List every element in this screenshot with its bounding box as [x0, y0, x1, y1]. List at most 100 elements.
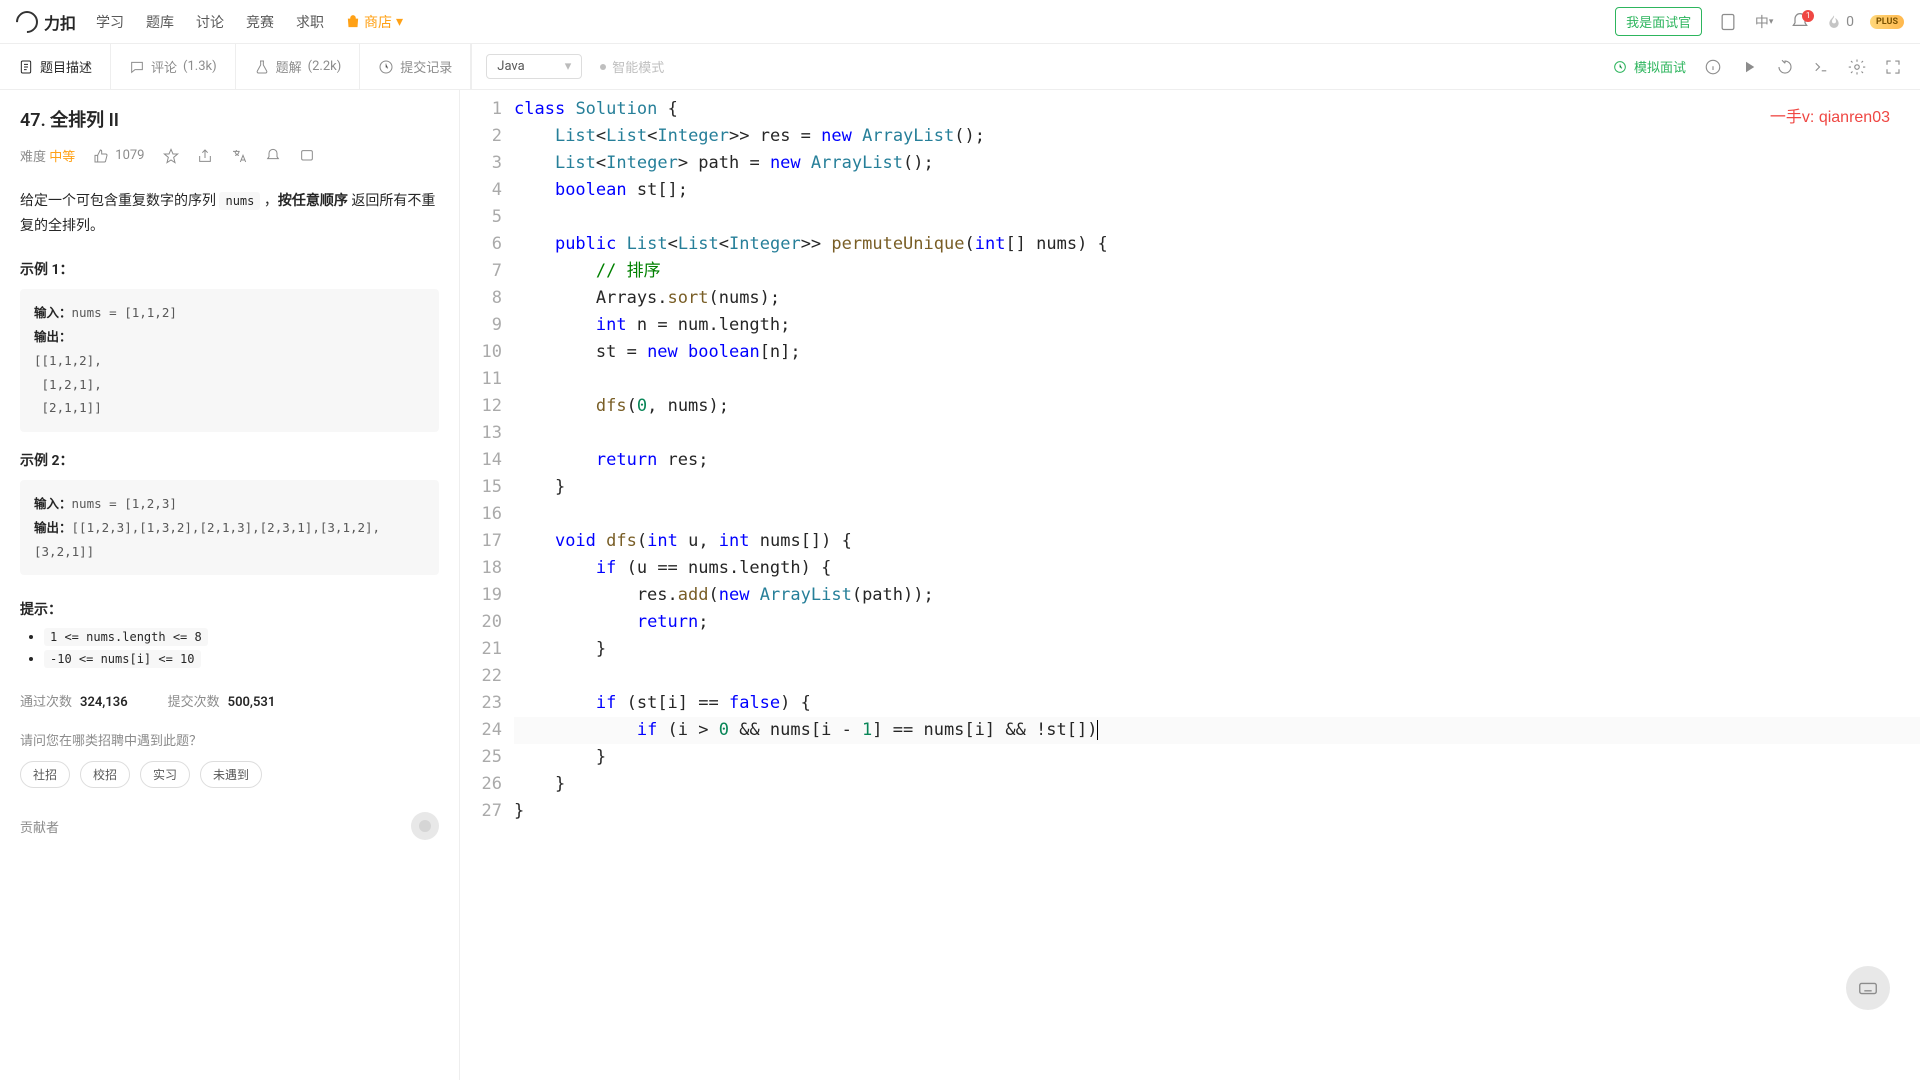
- translate-icon[interactable]: [231, 148, 247, 164]
- logo-icon: [11, 6, 42, 37]
- hint-item: 1 <= nums.length <= 8: [44, 629, 439, 645]
- tab-description[interactable]: 题目描述: [0, 44, 111, 89]
- problem-panel: 47. 全排列 II 难度 中等 1079 给定一个可包含重复数字的序列 num…: [0, 90, 460, 1080]
- language-select[interactable]: Java ▾: [486, 54, 582, 79]
- left-tabs: 题目描述 评论 (1.3k) 题解 (2.2k) 提交记录: [0, 44, 471, 89]
- chevron-down-icon: ▾: [396, 14, 403, 30]
- editor-tools: 模拟面试: [1612, 57, 1920, 76]
- like-count: 1079: [115, 148, 144, 163]
- divider: [471, 44, 472, 89]
- submissions-value: 500,531: [228, 695, 276, 710]
- contributor-row: 贡献者: [20, 812, 439, 840]
- star-icon[interactable]: [163, 148, 179, 164]
- nav-jobs[interactable]: 求职: [296, 12, 324, 32]
- language-value: Java: [497, 59, 524, 74]
- reset-icon[interactable]: [1776, 58, 1794, 76]
- tag-social[interactable]: 社招: [20, 761, 70, 788]
- chevron-down-icon: ▾: [1769, 17, 1774, 27]
- tablet-icon[interactable]: [1718, 12, 1738, 32]
- flask-icon: [254, 59, 270, 75]
- bell-icon[interactable]: [265, 148, 281, 164]
- example-1-box: 输入：nums = [1,1,2] 输出： [[1,1,2], [1,2,1],…: [20, 289, 439, 432]
- problem-meta: 难度 中等 1079: [20, 146, 439, 165]
- tag-intern[interactable]: 实习: [140, 761, 190, 788]
- example-2-box: 输入：nums = [1,2,3] 输出：[[1,2,3],[1,3,2],[2…: [20, 480, 439, 575]
- tag-none[interactable]: 未遇到: [200, 761, 262, 788]
- notification-badge: 1: [1802, 10, 1814, 22]
- tab-comments-label: 评论: [151, 57, 177, 76]
- nav-shop[interactable]: 商店 ▾: [346, 12, 403, 32]
- feedback-icon[interactable]: [299, 148, 315, 164]
- tabs-bar: 题目描述 评论 (1.3k) 题解 (2.2k) 提交记录 Java ▾ 智能模…: [0, 44, 1920, 90]
- keyboard-icon: [1857, 977, 1879, 999]
- nav-discuss[interactable]: 讨论: [196, 12, 224, 32]
- tab-submissions-label: 提交记录: [400, 57, 452, 76]
- settings-icon[interactable]: [1848, 58, 1866, 76]
- contributor-label: 贡献者: [20, 817, 59, 836]
- plus-badge[interactable]: PLUS: [1870, 15, 1904, 29]
- chevron-down-icon: ▾: [565, 59, 572, 74]
- comment-icon: [129, 59, 145, 75]
- desc-text: ，: [260, 193, 277, 209]
- smart-mode-label: 智能模式: [612, 57, 664, 76]
- hint-code: 1 <= nums.length <= 8: [44, 628, 208, 646]
- problem-description: 给定一个可包含重复数字的序列 nums ，按任意顺序 返回所有不重复的全排列。: [20, 189, 439, 239]
- thumbs-up-icon: [93, 148, 109, 164]
- logo-text: 力扣: [44, 10, 76, 34]
- hint-item: -10 <= nums[i] <= 10: [44, 651, 439, 667]
- hints-title: 提示：: [20, 599, 439, 619]
- nav-problems[interactable]: 题库: [146, 12, 174, 32]
- hints-list: 1 <= nums.length <= 8 -10 <= nums[i] <= …: [20, 629, 439, 667]
- nav-learn[interactable]: 学习: [96, 12, 124, 32]
- hint-code: -10 <= nums[i] <= 10: [44, 650, 201, 668]
- tab-desc-label: 题目描述: [40, 57, 92, 76]
- desc-code: nums: [219, 192, 260, 210]
- tab-comments-count: (1.3k): [183, 59, 217, 74]
- floating-help-button[interactable]: [1846, 966, 1890, 1010]
- tag-campus[interactable]: 校招: [80, 761, 130, 788]
- smart-mode-toggle[interactable]: 智能模式: [600, 57, 664, 76]
- like-button[interactable]: 1079: [93, 148, 144, 164]
- terminal-icon[interactable]: [1812, 58, 1830, 76]
- stats-row: 通过次数324,136 提交次数500,531: [20, 691, 439, 710]
- submissions-label: 提交次数: [168, 695, 220, 710]
- leetcode-icon: [417, 818, 433, 834]
- nav-right: 我是面试官 中▾ 1 0 PLUS: [1615, 7, 1904, 36]
- clock-icon: [1612, 59, 1628, 75]
- code-area: 1234567891011121314151617181920212223242…: [460, 90, 1920, 825]
- tab-solutions-count: (2.2k): [308, 59, 342, 74]
- language-toggle[interactable]: 中▾: [1754, 12, 1774, 32]
- notification-icon[interactable]: 1: [1790, 12, 1810, 32]
- info-icon[interactable]: [1704, 58, 1722, 76]
- streak-counter[interactable]: 0: [1826, 14, 1854, 30]
- difficulty-value: 中等: [49, 150, 75, 165]
- example-2-title: 示例 2：: [20, 450, 439, 470]
- dot-icon: [600, 64, 606, 70]
- fullscreen-icon[interactable]: [1884, 58, 1902, 76]
- mock-interview-button[interactable]: 模拟面试: [1612, 57, 1686, 76]
- difficulty-label: 难度: [20, 150, 46, 165]
- watermark: 一手v: qianren03: [1770, 104, 1890, 131]
- code-lines[interactable]: class Solution { List<List<Integer>> res…: [514, 96, 1920, 825]
- tab-solutions-label: 题解: [276, 57, 302, 76]
- top-nav: 力扣 学习 题库 讨论 竞赛 求职 商店 ▾ 我是面试官 中▾ 1 0 PLUS: [0, 0, 1920, 44]
- company-question: 请问您在哪类招聘中遇到此题？: [20, 730, 439, 749]
- share-icon[interactable]: [197, 148, 213, 164]
- history-icon: [378, 59, 394, 75]
- logo[interactable]: 力扣: [16, 10, 76, 34]
- nav-contest[interactable]: 竞赛: [246, 12, 274, 32]
- fire-icon: [1826, 14, 1842, 30]
- accepted-value: 324,136: [80, 695, 128, 710]
- tab-solutions[interactable]: 题解 (2.2k): [236, 44, 361, 89]
- lang-label: 中: [1755, 12, 1769, 32]
- run-icon[interactable]: [1740, 58, 1758, 76]
- interviewer-button[interactable]: 我是面试官: [1615, 7, 1702, 36]
- document-icon: [18, 59, 34, 75]
- avatar[interactable]: [411, 812, 439, 840]
- tab-comments[interactable]: 评论 (1.3k): [111, 44, 236, 89]
- desc-bold: 按任意顺序: [278, 193, 348, 209]
- code-editor[interactable]: 一手v: qianren03 1234567891011121314151617…: [460, 90, 1920, 1080]
- mock-label: 模拟面试: [1634, 57, 1686, 76]
- tab-submissions[interactable]: 提交记录: [360, 44, 471, 89]
- example-1-title: 示例 1：: [20, 259, 439, 279]
